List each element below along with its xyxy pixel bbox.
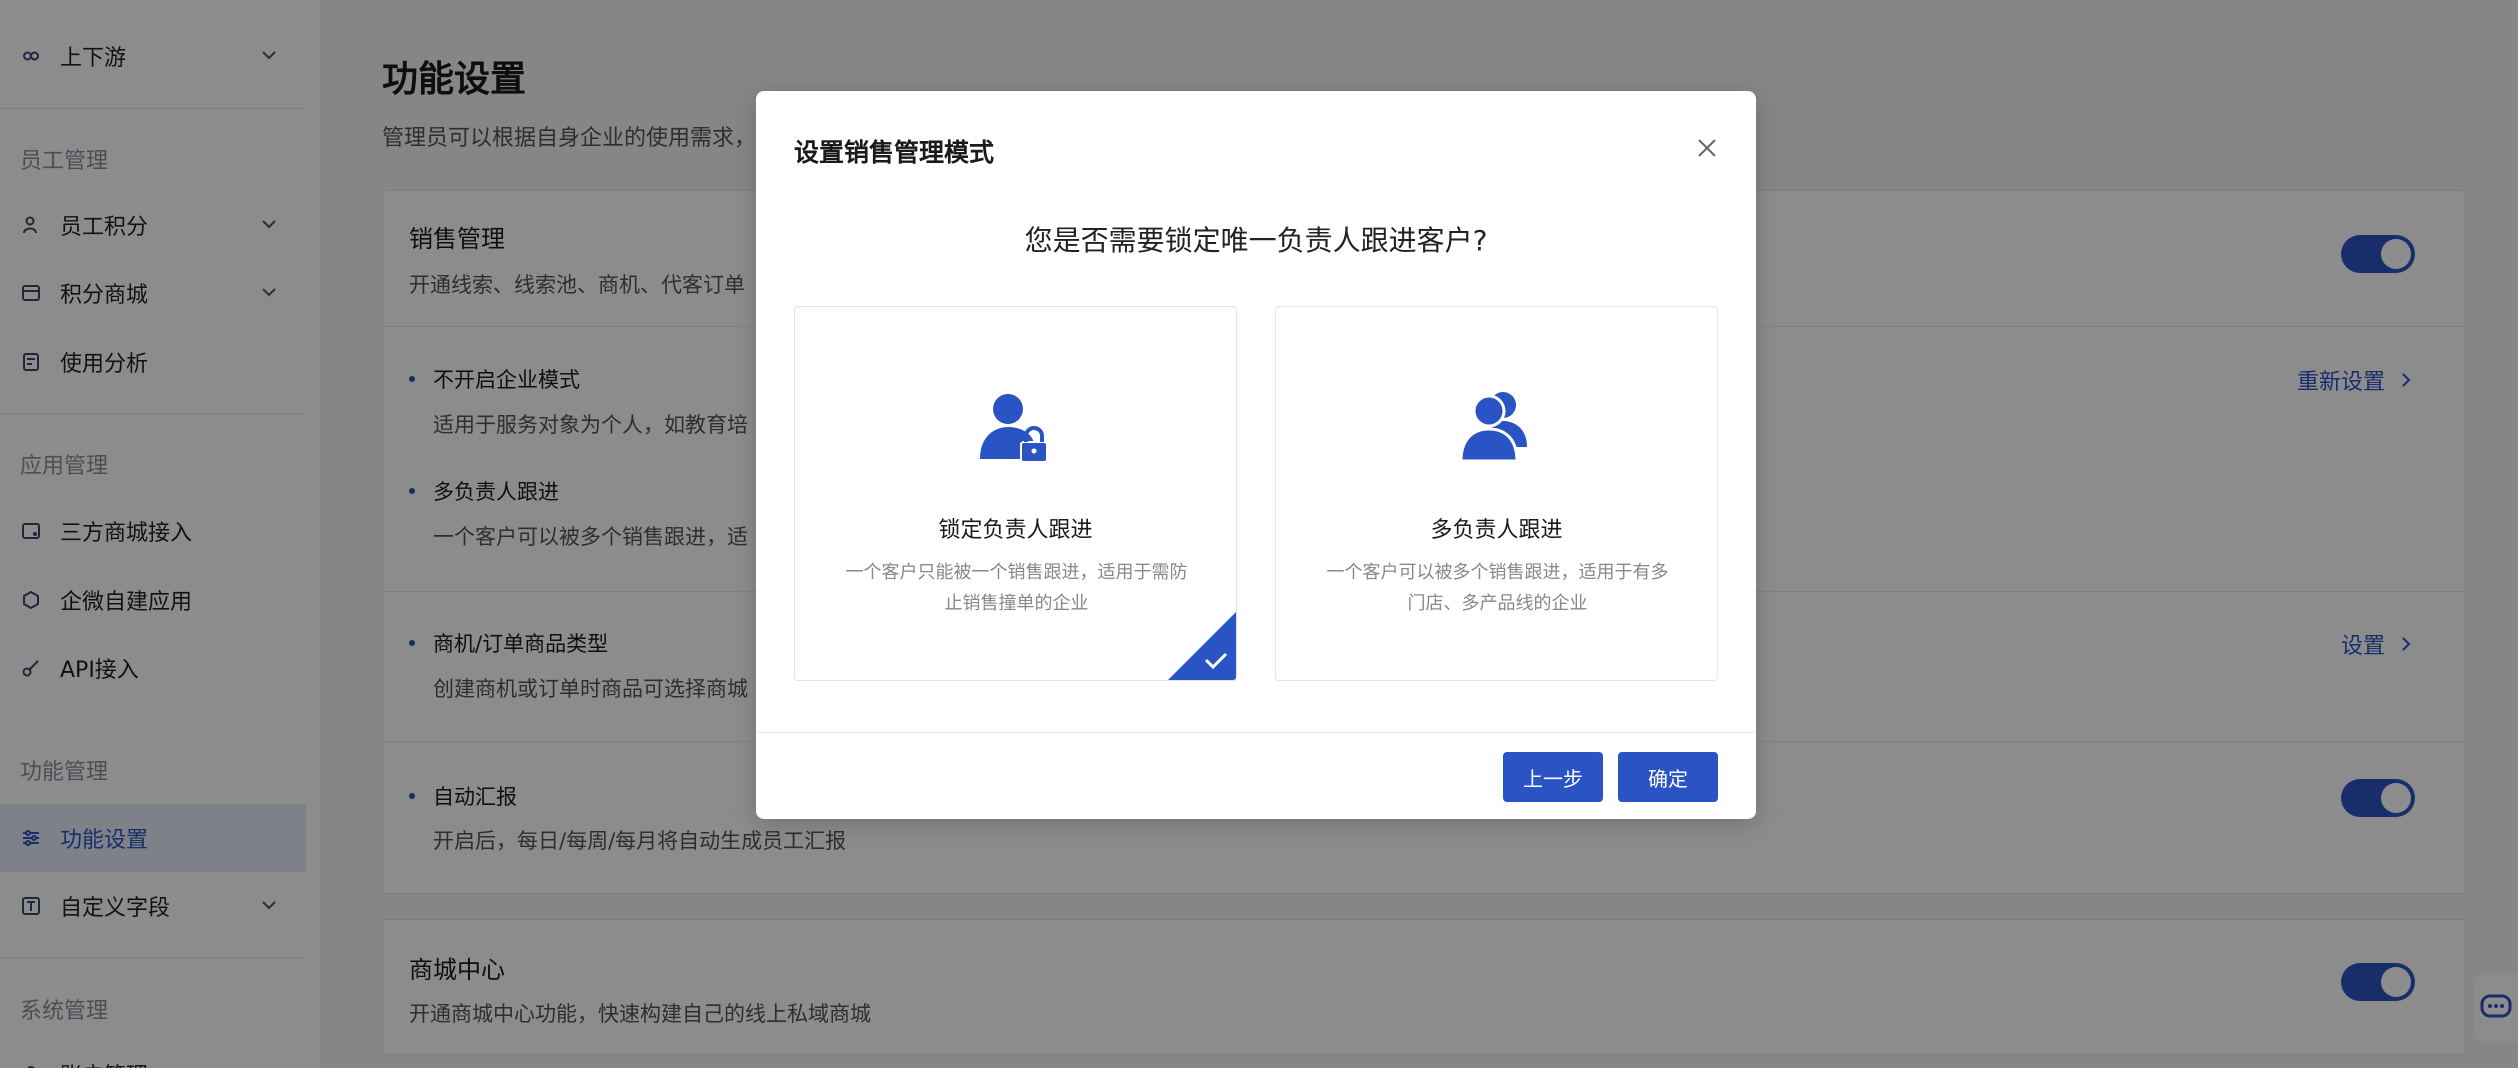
confirm-button[interactable]: 确定 bbox=[1618, 752, 1718, 802]
modal-title: 设置销售管理模式 bbox=[794, 138, 995, 167]
modal-question: 您是否需要锁定唯一负责人跟进客户? bbox=[1024, 224, 1488, 257]
close-icon[interactable] bbox=[1696, 137, 1718, 159]
option-title: 多负责人跟进 bbox=[1430, 518, 1563, 543]
previous-step-button[interactable]: 上一步 bbox=[1503, 752, 1603, 802]
divider bbox=[756, 732, 1756, 733]
sales-mode-modal: 设置销售管理模式 您是否需要锁定唯一负责人跟进客户? 锁定负责人跟进 一个客户只… bbox=[756, 91, 1756, 819]
users-icon bbox=[1458, 392, 1527, 463]
option-description: 一个客户可以被多个销售跟进，适用于有多门店、多产品线的企业 bbox=[1326, 562, 1669, 614]
selected-check-icon bbox=[1168, 612, 1236, 680]
option-title: 锁定负责人跟进 bbox=[938, 518, 1093, 543]
option-description: 一个客户只能被一个销售跟进，适用于需防止销售撞单的企业 bbox=[845, 562, 1188, 614]
option-lock-owner[interactable]: 锁定负责人跟进 一个客户只能被一个销售跟进，适用于需防止销售撞单的企业 bbox=[794, 306, 1237, 681]
option-multi-owner[interactable]: 多负责人跟进 一个客户可以被多个销售跟进，适用于有多门店、多产品线的企业 bbox=[1275, 306, 1718, 681]
user-lock-icon bbox=[979, 394, 1048, 463]
